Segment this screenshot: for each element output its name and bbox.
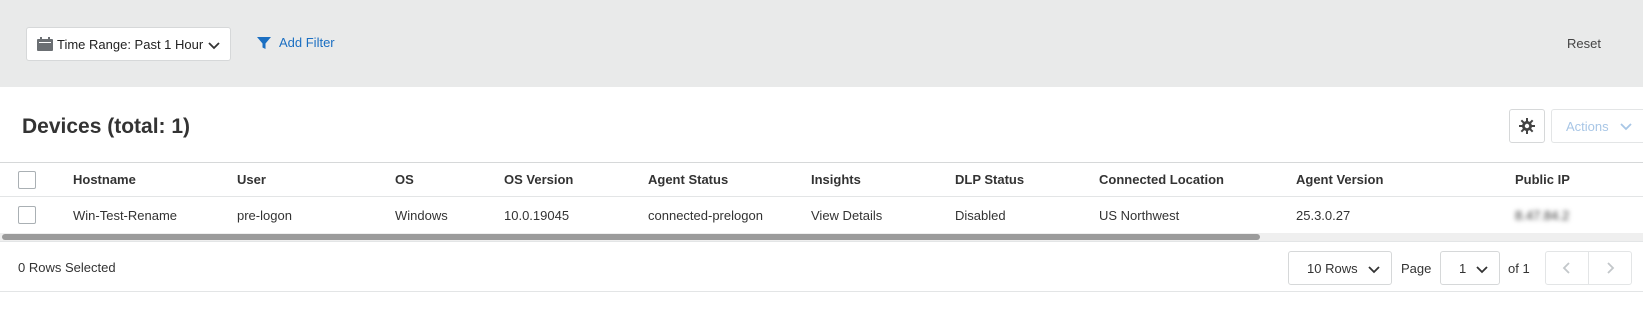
column-header-agent-status[interactable]: Agent Status [648,163,728,196]
os-cell: Windows [395,207,448,223]
table-footer: 0 Rows Selected 10 Rows Page 1 of 1 [0,241,1643,293]
page-title: Devices (total: 1) [22,115,191,138]
gear-icon [1519,118,1535,134]
column-header-agent-version[interactable]: Agent Version [1296,163,1383,196]
agent-status-cell: connected-prelogon [648,207,763,223]
rows-selected-label: 0 Rows Selected [18,260,116,275]
chevron-left-icon [1561,261,1573,275]
next-page-button[interactable] [1588,251,1632,285]
select-all-checkbox[interactable] [18,170,36,189]
column-header-dlp-status[interactable]: DLP Status [955,163,1024,196]
agent-version-cell: 25.3.0.27 [1296,207,1351,223]
calendar-icon [37,37,53,51]
page-number-select[interactable]: 1 [1440,251,1500,285]
chevron-down-icon [207,38,221,52]
hostname-link[interactable]: Win-Test-Rename [73,197,177,233]
os-version-cell: 10.0.19045 [504,207,570,223]
horizontal-scrollbar[interactable] [0,233,1643,241]
page-label: Page [1401,261,1432,276]
column-header-os[interactable]: OS [395,163,414,196]
chevron-right-icon [1604,261,1616,275]
column-header-os-version[interactable]: OS Version [504,163,573,196]
filter-icon [257,36,271,50]
connected-location-cell: US Northwest [1099,207,1180,223]
actions-dropdown[interactable]: Actions [1551,109,1643,143]
chevron-down-icon [1475,262,1489,276]
previous-page-button[interactable] [1545,251,1589,285]
chevron-down-icon [1619,119,1633,133]
row-checkbox[interactable] [18,206,36,224]
select-all-cell [18,163,36,196]
reset-button[interactable]: Reset [1567,36,1601,51]
column-header-connected-location[interactable]: Connected Location [1099,163,1224,196]
time-range-label: Time Range: Past 1 Hour [57,36,204,52]
user-cell: pre-logon [237,207,292,223]
table-settings-button[interactable] [1509,109,1545,143]
column-header-insights[interactable]: Insights [811,163,861,196]
dlp-status-cell: Disabled [955,207,1006,223]
add-filter-button[interactable]: Add Filter [257,35,335,50]
row-select-cell [18,197,36,233]
actions-label: Actions [1566,118,1609,134]
column-header-hostname[interactable]: Hostname [73,163,136,196]
total-pages-label: of 1 [1508,261,1530,276]
public-ip-cell: 8.47.84.2 [1515,207,1570,223]
table-row: Win-Test-Rename pre-logon Windows 10.0.1… [0,197,1643,233]
scrollbar-thumb[interactable] [2,234,1260,240]
column-header-public-ip[interactable]: Public IP [1515,163,1570,196]
rows-per-page-select[interactable]: 10 Rows [1288,251,1392,285]
devices-table: Hostname User OS OS Version Agent Status… [0,162,1643,292]
column-header-user[interactable]: User [237,163,266,196]
rows-per-page-value: 10 Rows [1307,260,1358,276]
view-details-link[interactable]: View Details [811,197,882,233]
filter-bar: Time Range: Past 1 Hour Add Filter Reset [0,0,1643,87]
add-filter-label: Add Filter [279,35,335,50]
page-number-value: 1 [1459,260,1467,276]
table-header-row: Hostname User OS OS Version Agent Status… [0,163,1643,197]
chevron-down-icon [1367,262,1381,276]
time-range-dropdown[interactable]: Time Range: Past 1 Hour [26,27,231,61]
